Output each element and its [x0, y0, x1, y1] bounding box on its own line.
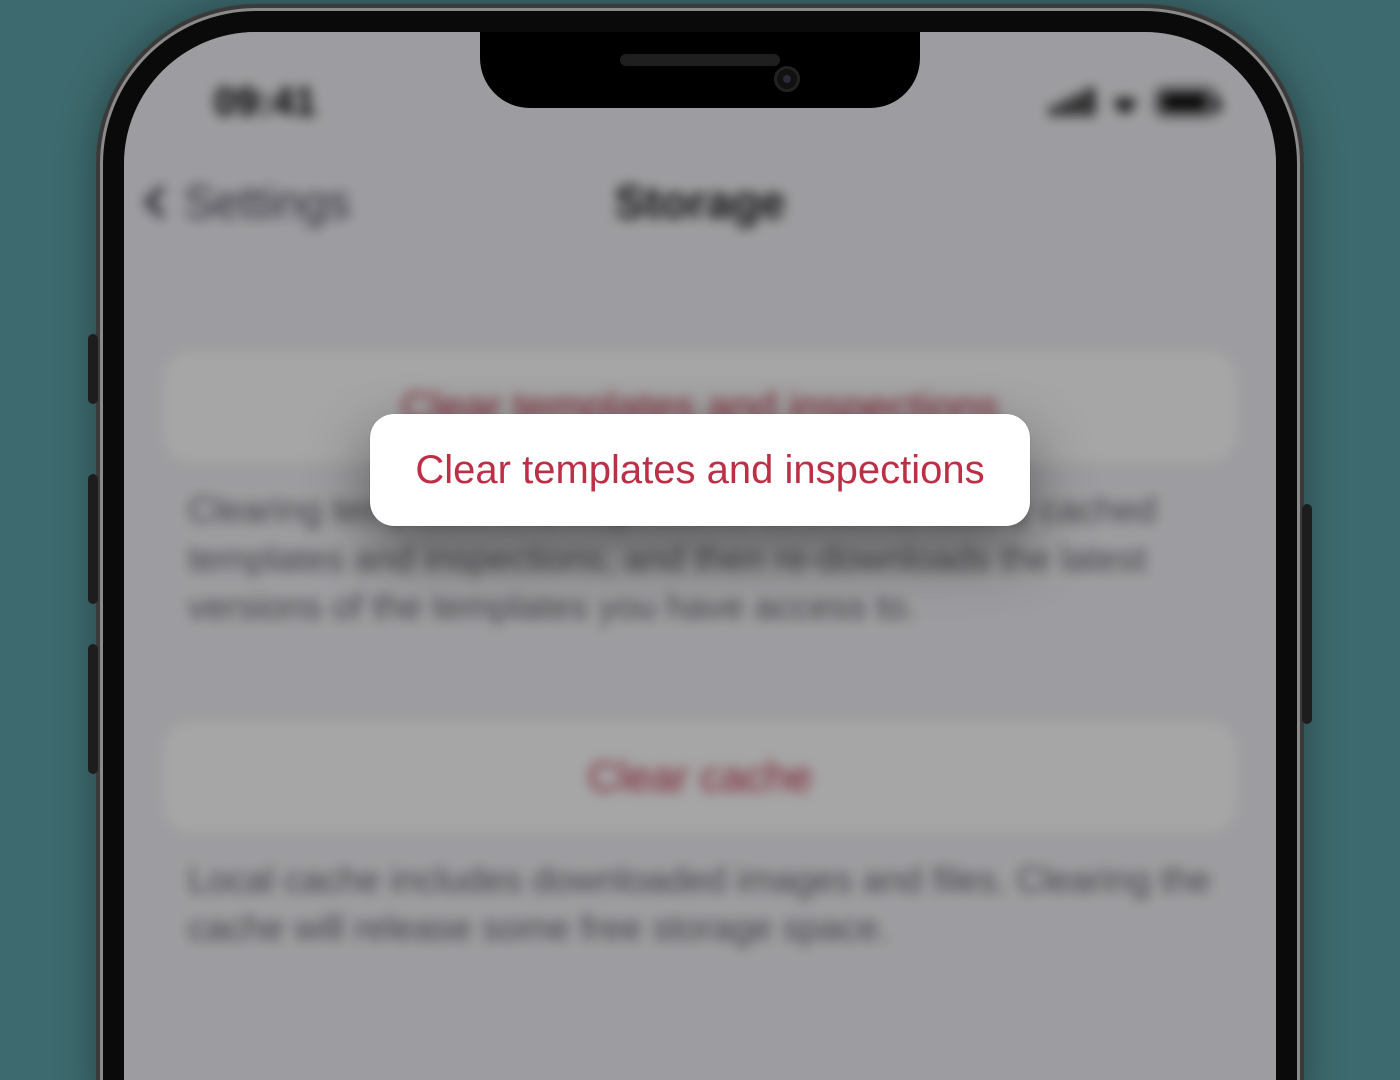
notch: [480, 32, 920, 108]
clear-templates-label: Clear templates and inspections: [415, 448, 984, 493]
clear-templates-button[interactable]: Clear templates and inspections: [370, 414, 1030, 526]
battery-icon: [1156, 88, 1216, 116]
status-time: 09:41: [214, 80, 316, 125]
mute-switch: [88, 334, 98, 404]
back-label: Settings: [184, 175, 350, 229]
wifi-icon: [1108, 89, 1142, 115]
speaker-grill: [620, 54, 780, 66]
clear-cache-button[interactable]: Clear cache: [164, 722, 1236, 832]
phone-screen: 09:41: [124, 32, 1276, 1080]
page-title: Storage: [614, 175, 785, 229]
clear-cache-label: Clear cache: [588, 753, 812, 801]
cellular-icon: [1050, 88, 1094, 116]
iphone-frame: 09:41: [96, 4, 1304, 1080]
chevron-left-icon: [143, 185, 177, 219]
back-button[interactable]: Settings: [148, 175, 350, 229]
volume-down-button: [88, 644, 98, 774]
front-camera: [774, 66, 800, 92]
status-icons: [1050, 88, 1216, 116]
nav-bar: Settings Storage: [124, 142, 1276, 262]
volume-up-button: [88, 474, 98, 604]
power-button: [1302, 504, 1312, 724]
clear-cache-footer: Local cache includes downloaded images a…: [164, 832, 1236, 953]
